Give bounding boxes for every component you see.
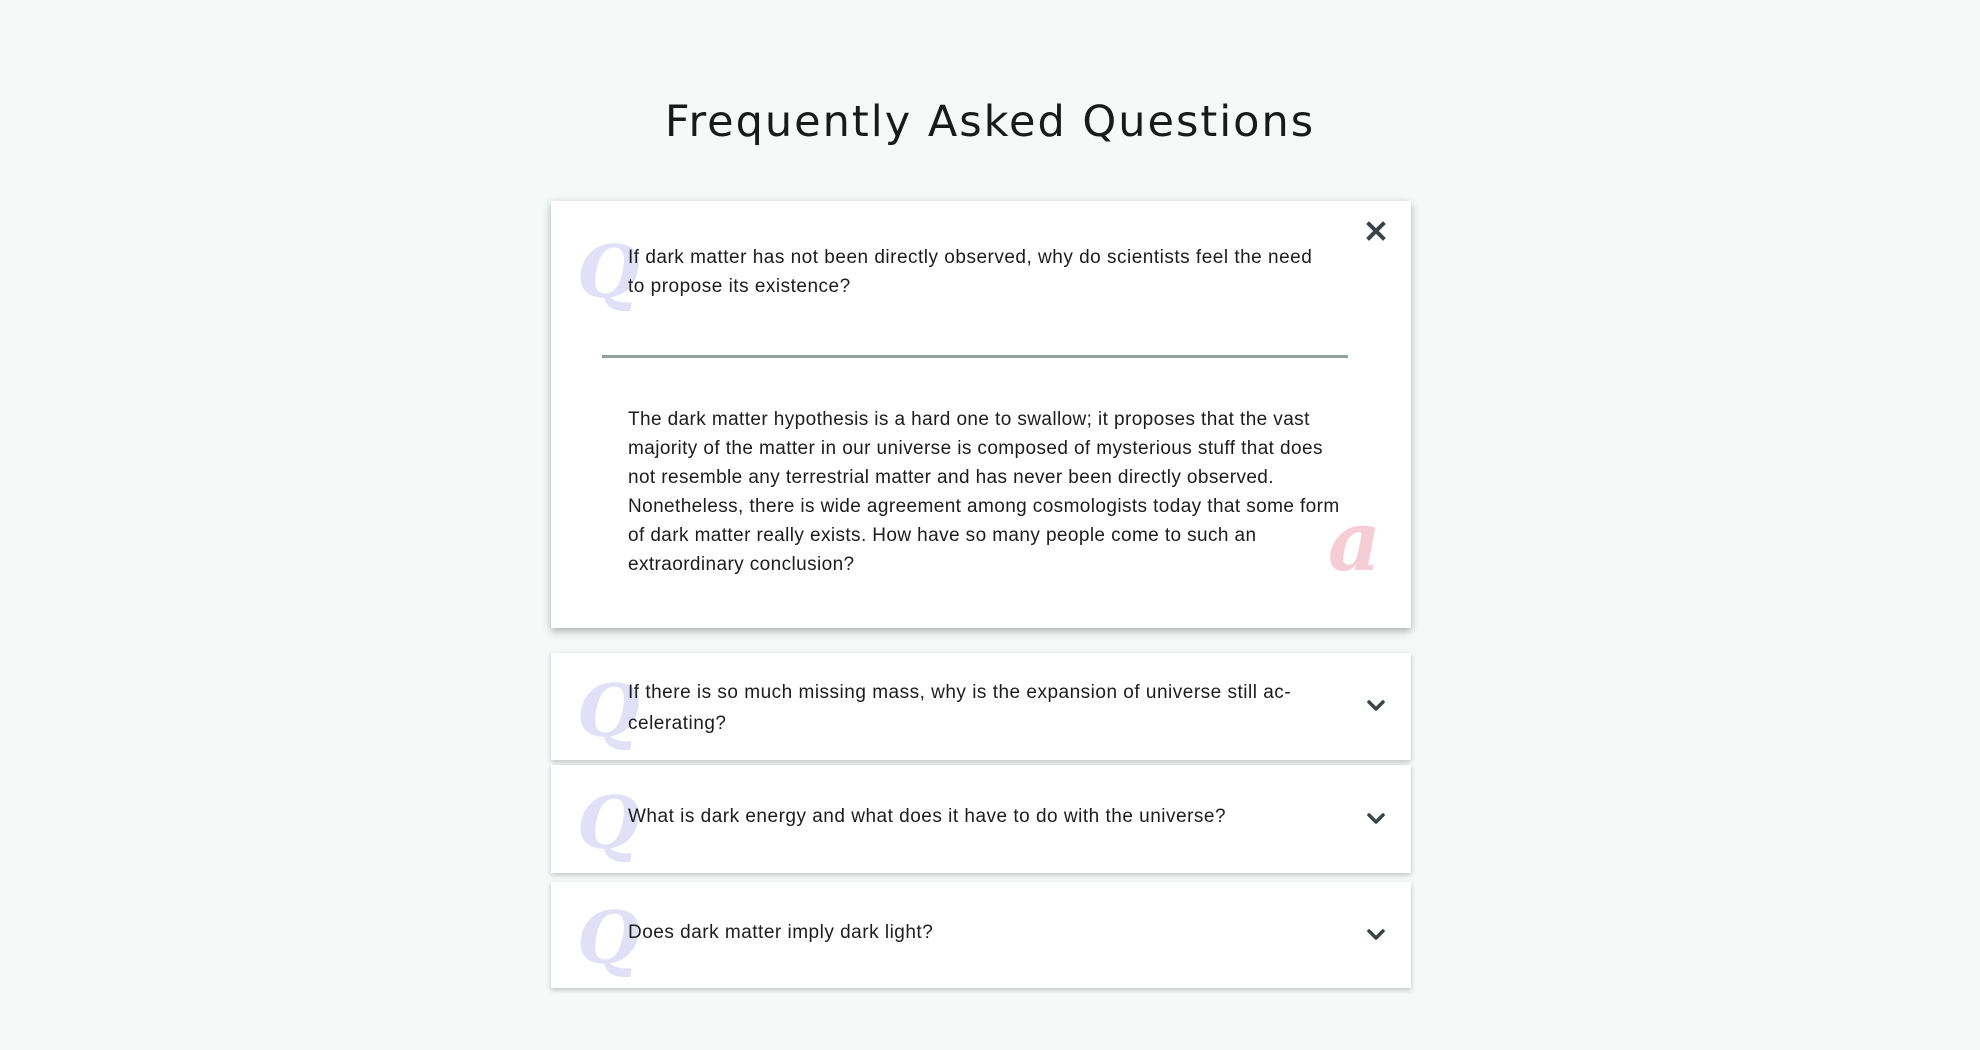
faq-list: Q If dark matter has not been directly o… <box>551 201 1411 988</box>
page-title: Frequently Asked Questions <box>664 97 1316 147</box>
faq-question[interactable]: Does dark matter imply dark light? <box>628 918 1331 947</box>
chevron-down-icon[interactable] <box>1363 806 1389 832</box>
chevron-down-icon[interactable] <box>1363 693 1389 719</box>
faq-question[interactable]: What is dark energy and what does it hav… <box>628 802 1331 831</box>
divider <box>602 355 1348 358</box>
faq-item: Q If dark matter has not been directly o… <box>551 201 1411 628</box>
chevron-down-icon[interactable] <box>1363 922 1389 948</box>
faq-answer: The dark matter hypothesis is a hard one… <box>628 409 1340 575</box>
faq-item[interactable]: Q Does dark matter imply dark light? <box>551 882 1411 988</box>
faq-question[interactable]: If there is so much missing mass, why is… <box>628 677 1331 739</box>
faq-item[interactable]: Q If there is so much missing mass, why … <box>551 653 1411 760</box>
faq-item[interactable]: Q What is dark energy and what does it h… <box>551 765 1411 873</box>
close-icon[interactable] <box>1363 218 1389 244</box>
faq-question[interactable]: If dark matter has not been directly obs… <box>628 243 1331 301</box>
